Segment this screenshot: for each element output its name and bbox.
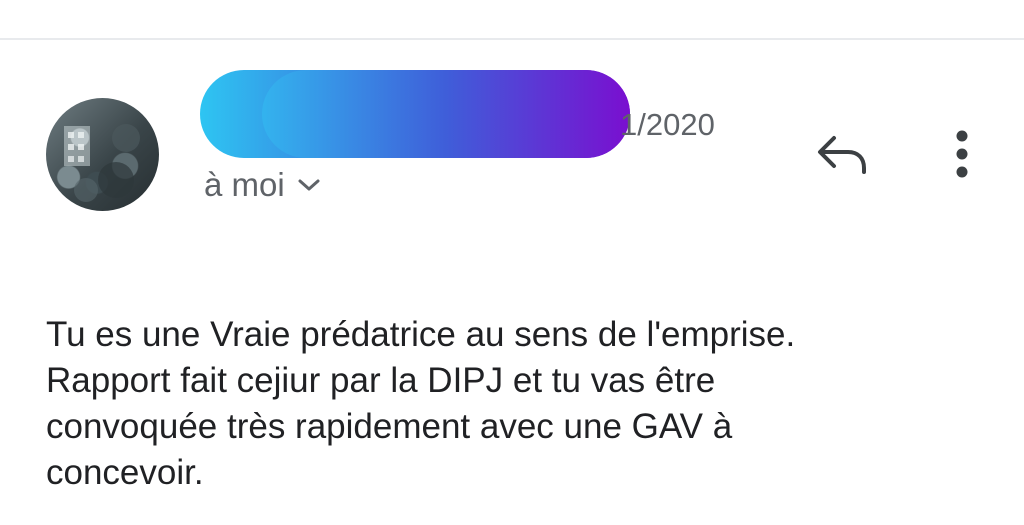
message-line: Rapport fait cejiur par la DIPJ et tu va… [46,361,716,400]
avatar-image [64,124,140,202]
chevron-down-icon [298,179,320,191]
more-vert-icon [956,130,968,178]
more-options-button[interactable] [934,124,990,184]
reply-icon [818,136,866,174]
reply-button[interactable] [808,126,876,182]
message-date: 1/2020 [620,107,715,142]
redaction-overlay-highlight [262,70,630,158]
message-line: convoquée très rapidement avec une GAV à [46,407,733,446]
recipient-details-toggle[interactable]: à moi [204,166,321,204]
message-line: concevoir. [46,453,204,492]
recipient-label: à moi [204,166,285,203]
top-divider [0,38,1024,40]
message-body: Tu es une Vraie prédatrice au sens de l'… [46,312,946,496]
sender-avatar[interactable] [46,98,159,211]
message-line: Tu es une Vraie prédatrice au sens de l'… [46,315,796,354]
